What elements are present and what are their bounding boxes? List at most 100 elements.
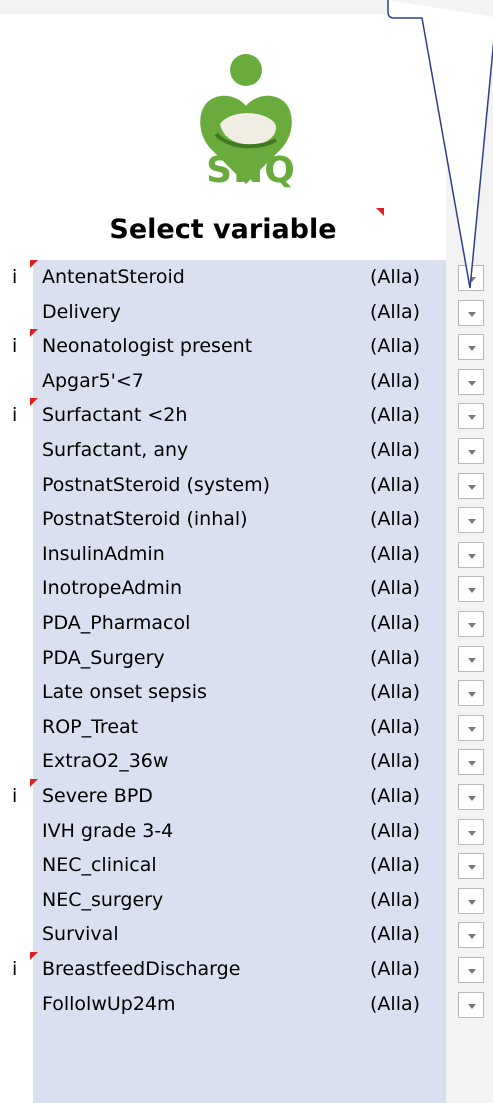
dropdown-arrow-icon[interactable] bbox=[458, 818, 484, 845]
info-icon[interactable]: i bbox=[12, 958, 17, 980]
variable-row: PostnatSteroid (inhal) (Alla) bbox=[0, 504, 493, 539]
filter-value: (Alla) bbox=[370, 300, 421, 323]
dropdown-arrow-icon[interactable] bbox=[458, 749, 484, 776]
filter-value: (Alla) bbox=[370, 854, 421, 877]
variable-row: i Neonatologist present (Alla) bbox=[0, 329, 493, 366]
filter-value: (Alla) bbox=[370, 888, 421, 911]
comment-marker-icon[interactable] bbox=[30, 329, 38, 338]
filter-value: (Alla) bbox=[370, 715, 421, 738]
comment-marker-icon[interactable] bbox=[376, 208, 384, 216]
dropdown-arrow-icon[interactable] bbox=[458, 957, 484, 983]
dropdown-arrow-icon[interactable] bbox=[458, 887, 484, 914]
filter-value: (Alla) bbox=[370, 508, 421, 531]
variable-label: ExtraO2_36w bbox=[42, 750, 169, 773]
filter-value: (Alla) bbox=[370, 266, 421, 288]
variable-label: PostnatSteroid (system) bbox=[42, 473, 270, 496]
filter-value: (Alla) bbox=[370, 681, 421, 704]
variable-label: PostnatSteroid (inhal) bbox=[42, 508, 248, 531]
info-icon[interactable]: i bbox=[12, 785, 17, 807]
variable-label: InsulinAdmin bbox=[42, 542, 165, 565]
variable-label: NEC_clinical bbox=[42, 854, 157, 877]
select-variable-title: Select variable bbox=[109, 214, 337, 245]
variable-row: PDA_Surgery (Alla) bbox=[0, 643, 493, 678]
dropdown-arrow-icon[interactable] bbox=[458, 265, 484, 291]
variable-label: BreastfeedDischarge bbox=[42, 958, 241, 980]
filter-value: (Alla) bbox=[370, 819, 421, 842]
variable-row: IVH grade 3-4 (Alla) bbox=[0, 816, 493, 851]
variable-label: Late onset sepsis bbox=[42, 681, 207, 704]
variable-label: AntenatSteroid bbox=[42, 266, 185, 288]
dropdown-arrow-icon[interactable] bbox=[458, 507, 484, 534]
filter-value: (Alla) bbox=[370, 439, 421, 461]
variable-row: InsulinAdmin (Alla) bbox=[0, 539, 493, 574]
top-strip bbox=[0, 0, 493, 14]
dropdown-arrow-icon[interactable] bbox=[458, 403, 484, 430]
filter-value: (Alla) bbox=[370, 577, 421, 600]
comment-marker-icon[interactable] bbox=[30, 398, 38, 407]
filter-value: (Alla) bbox=[370, 612, 421, 634]
variable-label: Delivery bbox=[42, 300, 121, 323]
variable-label: InotropeAdmin bbox=[42, 577, 183, 600]
variable-row: Apgar5'<7 (Alla) bbox=[0, 366, 493, 401]
info-icon[interactable]: i bbox=[12, 404, 17, 426]
dropdown-arrow-icon[interactable] bbox=[458, 680, 484, 707]
dropdown-arrow-icon[interactable] bbox=[458, 853, 484, 880]
filter-value: (Alla) bbox=[370, 923, 421, 946]
info-icon[interactable]: i bbox=[12, 335, 17, 357]
variable-label: IVH grade 3-4 bbox=[42, 819, 174, 842]
filter-value: (Alla) bbox=[370, 750, 421, 773]
dropdown-arrow-icon[interactable] bbox=[458, 438, 484, 464]
variable-row: NEC_surgery (Alla) bbox=[0, 885, 493, 920]
variable-row: Surfactant, any (Alla) bbox=[0, 435, 493, 470]
filter-value: (Alla) bbox=[370, 542, 421, 565]
filter-value: (Alla) bbox=[370, 958, 421, 980]
filter-value: (Alla) bbox=[370, 473, 421, 496]
variable-label: Surfactant, any bbox=[42, 439, 189, 461]
variable-label: FollolwUp24m bbox=[42, 992, 176, 1015]
variable-row: Late onset sepsis (Alla) bbox=[0, 677, 493, 712]
variable-row: InotropeAdmin (Alla) bbox=[0, 573, 493, 608]
dropdown-arrow-icon[interactable] bbox=[458, 368, 484, 395]
dropdown-arrow-icon[interactable] bbox=[458, 922, 484, 949]
dropdown-arrow-icon[interactable] bbox=[458, 645, 484, 672]
variable-row: i Severe BPD (Alla) bbox=[0, 779, 493, 816]
variable-row: ExtraO2_36w (Alla) bbox=[0, 746, 493, 781]
filter-value: (Alla) bbox=[370, 335, 421, 358]
variable-label: PDA_Pharmacol bbox=[42, 612, 191, 634]
variable-label: NEC_surgery bbox=[42, 888, 164, 911]
dropdown-arrow-icon[interactable] bbox=[458, 611, 484, 637]
variable-row: Delivery (Alla) bbox=[0, 297, 493, 332]
variable-label: Severe BPD bbox=[42, 785, 153, 807]
variable-row: i BreastfeedDischarge (Alla) bbox=[0, 952, 493, 989]
variable-label: Neonatologist present bbox=[42, 335, 253, 358]
variable-row: Survival (Alla) bbox=[0, 919, 493, 954]
variable-row: ROP_Treat (Alla) bbox=[0, 712, 493, 747]
filter-value: (Alla) bbox=[370, 404, 421, 427]
dropdown-arrow-icon[interactable] bbox=[458, 714, 484, 741]
dropdown-arrow-icon[interactable] bbox=[458, 541, 484, 568]
comment-marker-icon[interactable] bbox=[30, 779, 38, 787]
logo-text: SNQ bbox=[206, 150, 296, 191]
comment-marker-icon[interactable] bbox=[30, 952, 38, 960]
dropdown-arrow-icon[interactable] bbox=[458, 334, 484, 361]
dropdown-arrow-icon[interactable] bbox=[458, 576, 484, 603]
variable-label: PDA_Surgery bbox=[42, 646, 165, 669]
dropdown-arrow-icon[interactable] bbox=[458, 991, 484, 1018]
filter-value: (Alla) bbox=[370, 646, 421, 669]
variable-row: FollolwUp24m (Alla) bbox=[0, 989, 493, 1024]
variable-row: NEC_clinical (Alla) bbox=[0, 850, 493, 885]
variable-label: Apgar5'<7 bbox=[42, 369, 144, 392]
variable-row: i AntenatSteroid (Alla) bbox=[0, 260, 493, 297]
dropdown-arrow-icon[interactable] bbox=[458, 299, 484, 326]
variable-label: Survival bbox=[42, 923, 119, 946]
comment-marker-icon[interactable] bbox=[30, 260, 38, 268]
dropdown-arrow-icon[interactable] bbox=[458, 472, 484, 499]
variable-row: PostnatSteroid (system) (Alla) bbox=[0, 470, 493, 505]
dropdown-arrow-icon[interactable] bbox=[458, 784, 484, 810]
filter-value: (Alla) bbox=[370, 785, 421, 807]
variable-label: ROP_Treat bbox=[42, 715, 139, 738]
info-icon[interactable]: i bbox=[12, 266, 17, 288]
variable-row: i Surfactant <2h (Alla) bbox=[0, 398, 493, 435]
filter-value: (Alla) bbox=[370, 992, 421, 1015]
variable-row: PDA_Pharmacol (Alla) bbox=[0, 608, 493, 643]
